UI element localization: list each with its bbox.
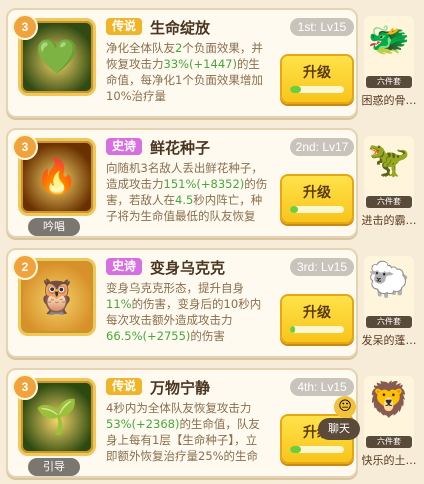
skill-card: 🦉 2 史诗 变身乌克克 3rd: Lv15 变身乌克克形态，提升自身11%的伤害，变身后… [6, 248, 358, 358]
companion-set-caption: 六件套 [366, 436, 412, 448]
description-value: 4.5 [175, 193, 194, 207]
upgrade-button[interactable]: 升级 [280, 54, 354, 104]
skill-rank-level: 2nd: Lv17 [290, 138, 354, 156]
companion-slot[interactable]: 🐲 六件套困惑的骨… [358, 10, 420, 118]
upgrade-progress-fill [290, 326, 296, 333]
upgrade-label: 升级 [303, 305, 331, 321]
companion-set-caption: 六件套 [366, 316, 412, 328]
upgrade-button[interactable]: 升级 [280, 174, 354, 224]
rarity-badge: 史诗 [106, 138, 142, 155]
chat-button[interactable]: 聊天 [318, 418, 360, 440]
skill-rank-level: 1st: Lv15 [290, 18, 354, 36]
rarity-badge: 传说 [106, 378, 142, 395]
skill-level-badge: 3 [12, 14, 38, 40]
companion-portrait: 🐑 六件套 [364, 256, 414, 328]
upgrade-progress-fill [290, 446, 301, 453]
description-value: 11% [106, 297, 132, 311]
skill-name: 变身乌克克 [150, 259, 226, 277]
description-value: 151%(+8352) [163, 177, 245, 191]
skill-type-tag: 引导 [28, 458, 80, 476]
skill-level-badge: 3 [12, 374, 38, 400]
skill-description: 4秒内为全体队友恢复攻击力53%(+2368)的生命值，队友身上每有1层【生命种… [106, 400, 268, 464]
companion-set-caption: 六件套 [366, 76, 412, 88]
upgrade-progress-bar [290, 206, 344, 213]
description-value: 53%(+2368) [106, 417, 180, 431]
chat-face-icon[interactable]: 😐 [334, 396, 356, 418]
upgrade-progress-bar [290, 326, 344, 333]
upgrade-label: 升级 [303, 65, 331, 81]
skill-name: 万物宁静 [150, 379, 211, 397]
page: { "skills": [ { "level": "3", "rarity": … [0, 0, 424, 484]
description-text: 净化全体队友 [106, 41, 175, 55]
companion-name: 发呆的蓬… [361, 334, 417, 347]
companion-set-caption: 六件套 [366, 196, 412, 208]
skill-name: 生命绽放 [150, 19, 211, 37]
upgrade-label: 升级 [303, 185, 331, 201]
skill-type-tag: 吟唱 [28, 218, 80, 236]
skill-card: 🌱 3 引导 传说 万物宁静 4th: Lv15 4秒内为全体队友恢复攻击力53%(+236… [6, 368, 358, 478]
skill-level-badge: 3 [12, 134, 38, 160]
upgrade-button[interactable]: 升级 [280, 294, 354, 344]
companion-slot[interactable]: 🦁 六件套快乐的土… [358, 370, 420, 478]
skill-rank-level: 4th: Lv15 [290, 378, 354, 396]
lion-icon: 🦁 [367, 380, 411, 420]
description-text: 的伤害 [190, 329, 225, 343]
skill-description: 向随机3名敌人丢出鲜花种子，造成攻击力151%(+8352)的伤害，若敌人在4.… [106, 160, 268, 224]
red-dino-icon: 🦖 [367, 140, 411, 180]
rarity-badge: 史诗 [106, 258, 142, 275]
rarity-badge: 传说 [106, 18, 142, 35]
description-value: 66.5%(+2755) [106, 329, 191, 343]
companion-name: 困惑的骨… [361, 94, 417, 107]
confused-dragon-icon: 🐲 [367, 20, 411, 60]
skill-level-badge: 2 [12, 254, 38, 280]
upgrade-progress-bar [290, 446, 344, 453]
description-text: 变身乌克克形态，提升自身 [106, 281, 244, 295]
upgrade-progress-bar [290, 86, 344, 93]
skill-card: 💚 3 传说 生命绽放 1st: Lv15 净化全体队友2个负面效果，并恢复攻击力33%(… [6, 8, 358, 118]
description-value: 33%(+1447) [163, 57, 237, 71]
companion-portrait: 🦁 六件套 [364, 376, 414, 448]
companion-name: 快乐的土… [361, 454, 417, 467]
companion-slot[interactable]: 🦖 六件套进击的霸… [358, 130, 420, 238]
companion-portrait: 🐲 六件套 [364, 16, 414, 88]
fluffy-creature-icon: 🐑 [367, 260, 411, 300]
skill-description: 变身乌克克形态，提升自身11%的伤害，变身后的10秒内每次攻击额外造成攻击力66… [106, 280, 268, 344]
companion-name: 进击的霸… [361, 214, 417, 227]
upgrade-progress-fill [290, 206, 299, 213]
skill-rank-level: 3rd: Lv15 [290, 258, 354, 276]
skill-name: 鲜花种子 [150, 139, 211, 157]
skill-card: 🔥 3 吟唱 史诗 鲜花种子 2nd: Lv17 向随机3名敌人丢出鲜花种子，造成攻击力15… [6, 128, 358, 238]
description-text: 4秒内为全体队友恢复攻击力 [106, 401, 252, 415]
upgrade-progress-fill [290, 86, 301, 93]
companion-slot[interactable]: 🐑 六件套发呆的蓬… [358, 250, 420, 358]
companion-portrait: 🦖 六件套 [364, 136, 414, 208]
skill-description: 净化全体队友2个负面效果，并恢复攻击力33%(+1447)的生命值，每净化1个负… [106, 40, 268, 104]
